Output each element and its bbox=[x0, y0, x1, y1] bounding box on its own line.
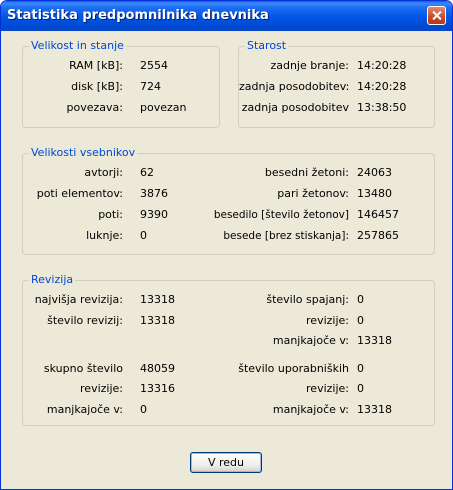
word-tokens-label: besedni žetoni: bbox=[264, 166, 349, 179]
total-missing-row: manjkajoče v: 0 bbox=[23, 403, 223, 417]
holes-value: 0 bbox=[140, 229, 147, 242]
text-token-count-row: besedilo [število žetonov] 146457 bbox=[203, 208, 433, 222]
element-paths-row: poti elementov: 3876 bbox=[23, 187, 223, 201]
total-revisions-row: revizije: 13316 bbox=[23, 382, 223, 396]
authors-value: 62 bbox=[140, 166, 154, 179]
user-missing-row: manjkajoče v: 13318 bbox=[203, 403, 433, 417]
title-bar[interactable]: Statistika predpomnilnika dnevnika bbox=[1, 1, 452, 31]
disk-value: 724 bbox=[140, 80, 161, 93]
highest-revision-label: najvišja revizija: bbox=[34, 293, 123, 306]
size-state-legend: Velikost in stanje bbox=[29, 39, 126, 53]
container-sizes-legend: Velikosti vsebnikov bbox=[29, 146, 138, 160]
element-paths-label: poti elementov: bbox=[36, 187, 123, 200]
text-token-count-value: 146457 bbox=[357, 208, 399, 221]
ram-value: 2554 bbox=[140, 59, 168, 72]
holes-label: luknje: bbox=[86, 229, 123, 242]
last-update2-label: zadnja posodobitev bbox=[241, 101, 349, 114]
merge-missing-value: 13318 bbox=[357, 334, 392, 347]
words-uncompressed-value: 257865 bbox=[357, 229, 399, 242]
merge-revisions-row: revizije: 0 bbox=[203, 314, 433, 328]
element-paths-value: 3876 bbox=[140, 187, 168, 200]
merge-count-value: 0 bbox=[357, 293, 364, 306]
merge-missing-row: manjkajoče v: 13318 bbox=[203, 334, 433, 348]
text-token-count-label: besedilo [število žetonov] bbox=[213, 209, 349, 221]
last-update-row: zadnja posodobitev: 14:20:28 bbox=[239, 80, 436, 94]
paths-row: poti: 9390 bbox=[23, 208, 223, 222]
user-missing-label: manjkajoče v: bbox=[272, 403, 349, 416]
total-missing-label: manjkajoče v: bbox=[46, 403, 123, 416]
authors-row: avtorji: 62 bbox=[23, 166, 223, 180]
connection-value: povezan bbox=[140, 101, 187, 114]
user-count-label: število uporabniških bbox=[238, 362, 349, 375]
ram-row: RAM [kB]: 2554 bbox=[23, 59, 221, 73]
merge-revisions-value: 0 bbox=[357, 314, 364, 327]
age-group: Starost zadnje branje: 14:20:28 zadnja p… bbox=[238, 39, 436, 128]
container-sizes-group: Velikosti vsebnikov avtorji: 62 poti ele… bbox=[22, 146, 435, 255]
merge-count-row: število spajanj: 0 bbox=[203, 293, 433, 307]
user-count-row: število uporabniških 0 bbox=[203, 362, 433, 376]
last-update-value: 14:20:28 bbox=[357, 80, 407, 93]
paths-value: 9390 bbox=[140, 208, 168, 221]
revision-legend: Revizija bbox=[29, 273, 76, 287]
window-title: Statistika predpomnilnika dnevnika bbox=[7, 8, 269, 23]
disk-label: disk [kB]: bbox=[71, 80, 123, 93]
highest-revision-value: 13318 bbox=[140, 293, 175, 306]
merge-missing-label: manjkajoče v: bbox=[272, 334, 349, 347]
last-read-value: 14:20:28 bbox=[357, 59, 407, 72]
revision-count-row: število revizij: 13318 bbox=[23, 314, 223, 328]
words-uncompressed-row: besede [brez stiskanja]: 257865 bbox=[203, 229, 433, 243]
total-missing-value: 0 bbox=[140, 403, 147, 416]
connection-label: povezava: bbox=[66, 101, 123, 114]
token-pairs-row: pari žetonov: 13480 bbox=[203, 187, 433, 201]
ok-button[interactable]: V redu bbox=[190, 452, 262, 473]
holes-row: luknje: 0 bbox=[23, 229, 223, 243]
authors-label: avtorji: bbox=[84, 166, 123, 179]
disk-row: disk [kB]: 724 bbox=[23, 80, 221, 94]
last-update-label: zadnja posodobitev: bbox=[239, 80, 350, 93]
revision-count-label: število revizij: bbox=[47, 314, 123, 327]
total-count-label: skupno število bbox=[43, 362, 123, 375]
connection-row: povezava: povezan bbox=[23, 101, 221, 115]
last-read-label: zadnje branje: bbox=[270, 59, 349, 72]
last-read-row: zadnje branje: 14:20:28 bbox=[239, 59, 436, 73]
user-missing-value: 13318 bbox=[357, 403, 392, 416]
revision-count-value: 13318 bbox=[140, 314, 175, 327]
paths-label: poti: bbox=[98, 208, 123, 221]
token-pairs-value: 13480 bbox=[357, 187, 392, 200]
merge-count-label: število spajanj: bbox=[266, 293, 349, 306]
word-tokens-value: 24063 bbox=[357, 166, 392, 179]
user-revisions-label: revizije: bbox=[306, 382, 349, 395]
last-update2-row: zadnja posodobitev 13:38:50 bbox=[239, 101, 436, 115]
total-revisions-label: revizije: bbox=[80, 382, 123, 395]
user-revisions-row: revizije: 0 bbox=[203, 382, 433, 396]
age-legend: Starost bbox=[245, 39, 289, 53]
dialog-body: Velikost in stanje RAM [kB]: 2554 disk [… bbox=[4, 31, 449, 486]
size-state-group: Velikost in stanje RAM [kB]: 2554 disk [… bbox=[22, 39, 221, 128]
token-pairs-label: pari žetonov: bbox=[277, 187, 349, 200]
user-count-value: 0 bbox=[357, 362, 364, 375]
last-update2-value: 13:38:50 bbox=[357, 101, 407, 114]
merge-revisions-label: revizije: bbox=[306, 314, 349, 327]
dialog-window: Statistika predpomnilnika dnevnika Velik… bbox=[0, 0, 453, 490]
user-revisions-value: 0 bbox=[357, 382, 364, 395]
ram-label: RAM [kB]: bbox=[69, 59, 123, 72]
word-tokens-row: besedni žetoni: 24063 bbox=[203, 166, 433, 180]
words-uncompressed-label: besede [brez stiskanja]: bbox=[223, 230, 349, 242]
total-count-value: 48059 bbox=[140, 362, 175, 375]
revision-group: Revizija najvišja revizija: 13318 števil… bbox=[22, 273, 435, 426]
total-revisions-value: 13316 bbox=[140, 382, 175, 395]
total-count-row: skupno število 48059 bbox=[23, 362, 223, 376]
highest-revision-row: najvišja revizija: 13318 bbox=[23, 293, 223, 307]
close-button[interactable] bbox=[427, 6, 446, 25]
